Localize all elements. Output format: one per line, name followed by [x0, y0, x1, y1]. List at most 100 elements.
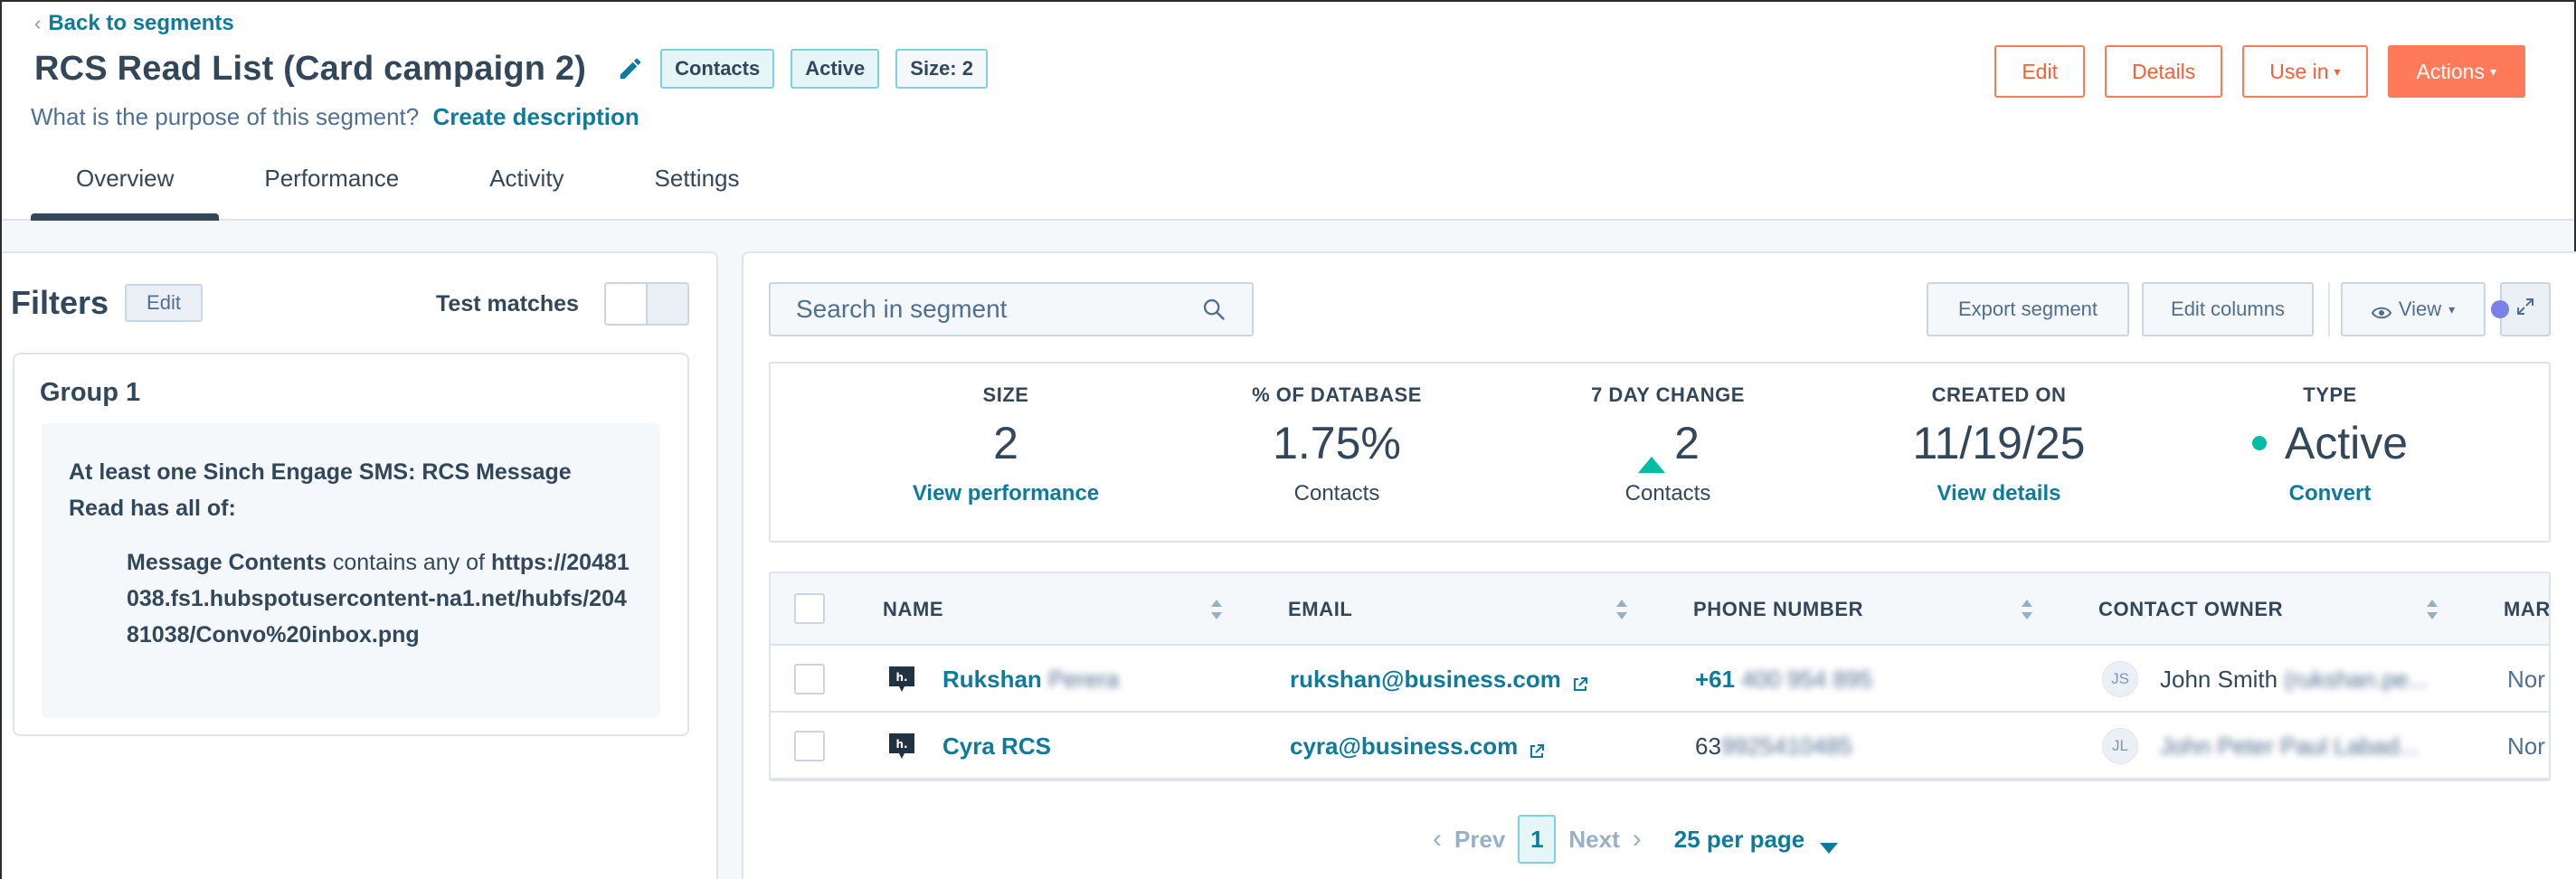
filters-panel: Filters Edit Test matches Group 1 At lea… [2, 251, 718, 879]
table-header: NAME EMAIL PHONE NUMBER CONTACT OWNER MA… [771, 573, 2549, 646]
sort-icon[interactable] [1615, 598, 1628, 621]
svg-text:h.: h. [895, 738, 907, 751]
stat-value: 1.75% [1183, 416, 1491, 470]
contact-name: Rukshan [942, 665, 1042, 693]
pagination: ‹ Prev 1 Next › 25 per page [1433, 814, 1839, 865]
stat-size: SIZE 2 View performance [852, 383, 1160, 506]
contact-type-icon: h. [886, 713, 917, 780]
search-icon [1201, 297, 1226, 322]
actions-dropdown[interactable]: Actions ▾ [2387, 45, 2525, 98]
stat-7-day-change: 7 DAY CHANGE 2 Contacts [1514, 383, 1822, 506]
triangle-up-icon [1636, 433, 1667, 473]
group-rule-box: At least one Sinch Engage SMS: RCS Messa… [42, 423, 660, 718]
tag-contacts: Contacts [660, 49, 775, 89]
use-in-dropdown[interactable]: Use in ▾ [2242, 45, 2368, 98]
stat-label: CREATED ON [1931, 383, 2067, 406]
group-condition: Message Contents contains any of https:/… [127, 544, 633, 653]
owner-name: John Smith [2160, 665, 2278, 693]
owner-redacted: (rukshan.pe... [2284, 665, 2429, 693]
email-link[interactable]: cyra@business.com [1290, 713, 1545, 780]
row-checkbox[interactable] [794, 731, 825, 761]
edit-columns-button[interactable]: Edit columns [2142, 282, 2314, 336]
stat-value-text: 2 [993, 418, 1018, 468]
toggle-knob [606, 284, 648, 324]
sort-icon[interactable] [2021, 598, 2033, 621]
chevron-left-icon: ‹ [34, 12, 42, 34]
stat-value: 2 [852, 416, 1160, 470]
page-1-button[interactable]: 1 [1518, 815, 1557, 864]
tab-activity[interactable]: Activity [444, 156, 609, 221]
contact-name-link[interactable]: Rukshan Perera [942, 646, 1119, 713]
details-button[interactable]: Details [2104, 45, 2223, 98]
avatar: JS [2102, 661, 2138, 697]
per-page-dropdown[interactable]: 25 per page [1674, 826, 1840, 854]
sort-icon[interactable] [1210, 598, 1223, 621]
chevron-left-icon: ‹ [1433, 824, 1442, 854]
view-dropdown[interactable]: View ▾ [2341, 282, 2486, 336]
chevron-right-icon: › [1632, 824, 1642, 854]
column-header-name[interactable]: NAME [883, 573, 943, 646]
contact-owner-cell[interactable]: JL John Peter Paul Labad... [2102, 713, 2419, 780]
view-details-link[interactable]: View details [1845, 481, 2153, 506]
contact-owner-cell[interactable]: JS John Smith (rukshan.pe... [2102, 646, 2428, 713]
condition-property: Message Contents [127, 550, 327, 575]
column-header-marketing[interactable]: MAR [2504, 573, 2549, 646]
tab-overview[interactable]: Overview [31, 156, 220, 221]
select-all-checkbox[interactable] [794, 593, 825, 624]
tag-size: Size: 2 [895, 49, 988, 89]
view-performance-link[interactable]: View performance [852, 481, 1160, 506]
details-button-label: Details [2131, 59, 2196, 83]
external-link-icon [1572, 671, 1588, 691]
row-checkbox[interactable] [794, 664, 825, 695]
contact-name-redacted: Perera [1048, 665, 1120, 693]
next-label: Next [1568, 825, 1620, 853]
filter-group: Group 1 At least one Sinch Engage SMS: R… [13, 353, 689, 736]
caret-down-icon: ▾ [2448, 301, 2456, 317]
tab-settings[interactable]: Settings [610, 156, 785, 221]
search-box[interactable] [769, 282, 1254, 336]
column-header-email[interactable]: EMAIL [1288, 573, 1352, 646]
phone-link[interactable]: +61 400 954 895 [1695, 646, 1872, 713]
tab-performance[interactable]: Performance [219, 156, 444, 221]
stat-sub: Contacts [1624, 481, 1711, 506]
contact-name-link[interactable]: Cyra RCS [942, 713, 1051, 780]
back-to-segments-link[interactable]: ‹ Back to segments [34, 11, 234, 36]
active-status-dot [2251, 436, 2267, 450]
external-link-icon [1529, 738, 1545, 758]
convert-link[interactable]: Convert [2176, 481, 2484, 506]
tab-bar: Overview Performance Activity Settings [31, 156, 785, 221]
edit-button[interactable]: Edit [1994, 45, 2085, 98]
per-page-label: 25 per page [1673, 825, 1805, 853]
stat-created-on: CREATED ON 11/19/25 View details [1845, 383, 2153, 506]
sort-icon[interactable] [2426, 598, 2439, 621]
triangle-down-icon [1819, 833, 1839, 854]
contacts-table: NAME EMAIL PHONE NUMBER CONTACT OWNER MA… [769, 572, 2551, 781]
create-description-link[interactable]: Create description [432, 103, 639, 130]
stat-label: TYPE [2303, 383, 2357, 406]
phone-text: 63 [1695, 732, 1721, 760]
filters-edit-button[interactable]: Edit [125, 284, 203, 322]
title-row: RCS Read List (Card campaign 2) Contacts… [34, 49, 988, 89]
purpose-text: What is the purpose of this segment? [31, 103, 420, 130]
stat-label: SIZE [982, 383, 1029, 406]
condition-operator: contains any of [326, 550, 491, 575]
pencil-icon[interactable] [617, 55, 644, 82]
test-matches-toggle[interactable] [604, 282, 689, 326]
table-row: h. Cyra RCS cyra@business.com 63 99254104… [771, 713, 2549, 780]
caret-down-icon: ▾ [2489, 63, 2496, 79]
phone-cell[interactable]: 63 9925410485 [1695, 713, 1852, 780]
notification-dot [2491, 300, 2509, 318]
prev-page-button[interactable]: ‹ Prev [1433, 824, 1505, 855]
email-link[interactable]: rukshan@business.com [1290, 646, 1588, 713]
next-page-button[interactable]: Next › [1568, 824, 1641, 855]
search-input[interactable] [796, 295, 1194, 324]
column-header-contact-owner[interactable]: CONTACT OWNER [2098, 573, 2283, 646]
email-text: rukshan@business.com [1290, 665, 1561, 693]
eye-icon [2371, 302, 2391, 319]
column-header-phone[interactable]: PHONE NUMBER [1693, 573, 1863, 646]
group-rule: At least one Sinch Engage SMS: RCS Messa… [69, 459, 572, 521]
export-segment-button[interactable]: Export segment [1927, 282, 2129, 336]
owner-redacted: John Peter Paul Labad... [2160, 732, 2420, 760]
phone-text: +61 [1695, 665, 1736, 693]
stat-value-text: Active [2284, 418, 2409, 468]
